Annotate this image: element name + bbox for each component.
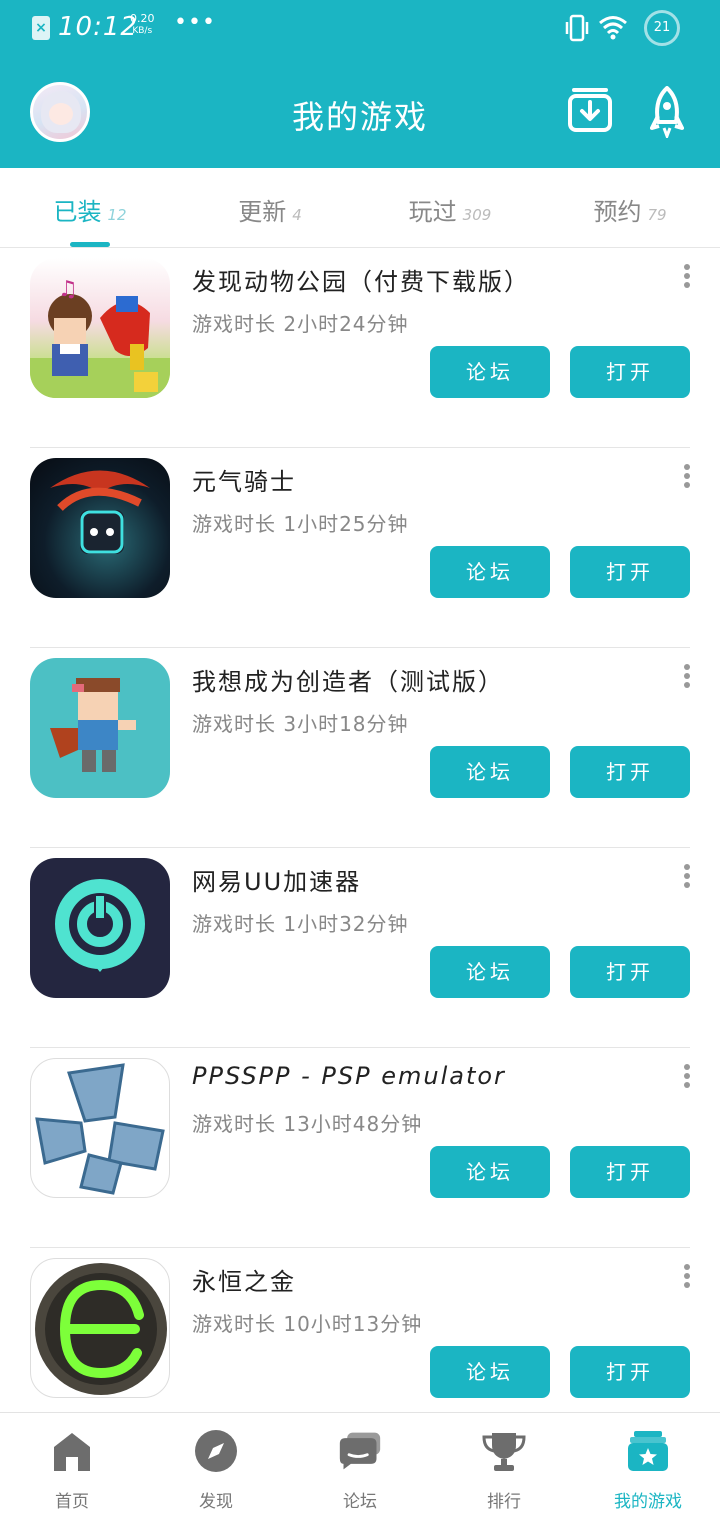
tab-count: 12 [107, 206, 127, 224]
game-name: 发现动物公园（付费下载版） [192, 268, 530, 296]
game-row[interactable]: 永恒之金 游戏时长 10小时13分钟 论坛 打开 [0, 1248, 720, 1412]
forum-button[interactable]: 论坛 [430, 546, 550, 598]
app-header: 我的游戏 [0, 56, 720, 168]
soul-knight-art [50, 470, 150, 554]
more-options-icon[interactable] [680, 1064, 694, 1094]
game-icon-eternium[interactable] [30, 1258, 170, 1398]
game-icon-animal-park[interactable]: ♫ [30, 258, 170, 398]
tab-played[interactable]: 玩过 309 [360, 192, 540, 227]
forum-button[interactable]: 论坛 [430, 1146, 550, 1198]
forum-button[interactable]: 论坛 [430, 1346, 550, 1398]
game-icon-uu-booster[interactable] [30, 858, 170, 998]
open-button[interactable]: 打开 [570, 946, 690, 998]
download-manager-icon[interactable] [568, 86, 612, 134]
game-name: PPSSPP - PSP emulator [192, 1062, 506, 1090]
tab-label: 已装 [53, 198, 102, 226]
vibrate-icon [565, 14, 589, 42]
tab-label: 更新 [238, 198, 287, 226]
nav-label: 排行 [487, 1492, 521, 1512]
open-button[interactable]: 打开 [570, 1346, 690, 1398]
game-playtime: 游戏时长 3小时18分钟 [192, 712, 409, 736]
tab-reserved[interactable]: 预约 79 [540, 192, 720, 227]
bottom-navigation: 首页 发现 论坛 排行 我的游戏 [0, 1412, 720, 1520]
game-playtime: 游戏时长 1小时32分钟 [192, 912, 409, 936]
game-list[interactable]: ♫ 发现动物公园（付费下载版） 游戏时长 2小时24分钟 论坛 打开 元气骑士 … [0, 248, 720, 1412]
game-row[interactable]: 我想成为创造者（测试版） 游戏时长 3小时18分钟 论坛 打开 [0, 648, 720, 848]
creator-art [50, 678, 136, 772]
game-name: 我想成为创造者（测试版） [192, 668, 504, 696]
game-playtime: 游戏时长 13小时48分钟 [192, 1112, 423, 1136]
more-options-icon[interactable] [680, 464, 694, 494]
wifi-icon [599, 16, 627, 40]
home-icon [54, 1433, 90, 1471]
tab-count: 79 [647, 206, 667, 224]
tab-count: 309 [462, 206, 492, 224]
tab-bar: 已装 12 更新 4 玩过 309 预约 79 [0, 168, 720, 248]
status-time: 10:12 [58, 12, 138, 42]
game-icon-soul-knight[interactable] [30, 458, 170, 598]
nav-home[interactable]: 首页 [0, 1413, 144, 1520]
nav-ranking[interactable]: 排行 [432, 1413, 576, 1520]
nav-label: 首页 [55, 1492, 89, 1512]
tab-count: 4 [292, 206, 302, 224]
ppsspp-art [35, 1063, 165, 1195]
game-name: 网易UU加速器 [192, 868, 362, 896]
forum-button[interactable]: 论坛 [430, 746, 550, 798]
more-options-icon[interactable] [680, 864, 694, 894]
tab-label: 玩过 [408, 198, 457, 226]
network-speed-value: 0.20 [130, 12, 155, 25]
game-icon-ppsspp[interactable] [30, 1058, 170, 1198]
game-row[interactable]: ♫ 发现动物公园（付费下载版） 游戏时长 2小时24分钟 论坛 打开 [0, 248, 720, 448]
open-button[interactable]: 打开 [570, 346, 690, 398]
eternium-art [35, 1263, 167, 1395]
game-row[interactable]: 网易UU加速器 游戏时长 1小时32分钟 论坛 打开 [0, 848, 720, 1048]
more-options-icon[interactable] [680, 264, 694, 294]
uu-booster-art [55, 879, 145, 972]
more-options-icon[interactable] [680, 664, 694, 694]
tab-updates[interactable]: 更新 4 [180, 192, 360, 227]
battery-indicator: 21 [644, 10, 680, 46]
tab-indicator [70, 242, 110, 247]
page-title: 我的游戏 [291, 98, 428, 136]
nav-label: 论坛 [343, 1492, 377, 1512]
more-notifications-icon: ••• [174, 10, 216, 35]
trophy-icon [482, 1433, 526, 1471]
game-name: 元气骑士 [192, 468, 296, 496]
top-bar: × 10:12 0.20 KB/s ••• 21 我的游戏 [0, 0, 720, 168]
game-playtime: 游戏时长 1小时25分钟 [192, 512, 409, 536]
status-bar: × 10:12 0.20 KB/s ••• 21 [0, 0, 720, 56]
rocket-icon[interactable] [650, 86, 684, 138]
sim-icon: × [32, 16, 50, 40]
open-button[interactable]: 打开 [570, 746, 690, 798]
svg-text:♫: ♫ [58, 277, 78, 302]
game-row[interactable]: PPSSPP - PSP emulator 游戏时长 13小时48分钟 论坛 打… [0, 1048, 720, 1248]
forum-button[interactable]: 论坛 [430, 946, 550, 998]
game-row[interactable]: 元气骑士 游戏时长 1小时25分钟 论坛 打开 [0, 448, 720, 648]
nav-discover[interactable]: 发现 [144, 1413, 288, 1520]
forum-button[interactable]: 论坛 [430, 346, 550, 398]
open-button[interactable]: 打开 [570, 1146, 690, 1198]
tab-installed[interactable]: 已装 12 [0, 192, 180, 227]
game-playtime: 游戏时长 10小时13分钟 [192, 1312, 423, 1336]
game-card-icon [628, 1431, 668, 1471]
tab-label: 预约 [593, 198, 642, 226]
game-name: 永恒之金 [192, 1268, 296, 1296]
compass-icon [195, 1430, 237, 1472]
nav-my-games[interactable]: 我的游戏 [576, 1413, 720, 1520]
game-icon-creator[interactable] [30, 658, 170, 798]
nav-label: 发现 [199, 1492, 233, 1512]
more-options-icon[interactable] [680, 1264, 694, 1294]
chat-icon [339, 1432, 381, 1470]
animal-park-art: ♫ [30, 277, 170, 398]
nav-label: 我的游戏 [614, 1492, 682, 1512]
open-button[interactable]: 打开 [570, 546, 690, 598]
network-speed-unit: KB/s [132, 26, 153, 36]
nav-forum[interactable]: 论坛 [288, 1413, 432, 1520]
network-speed: 0.20 KB/s [130, 12, 155, 38]
game-playtime: 游戏时长 2小时24分钟 [192, 312, 409, 336]
